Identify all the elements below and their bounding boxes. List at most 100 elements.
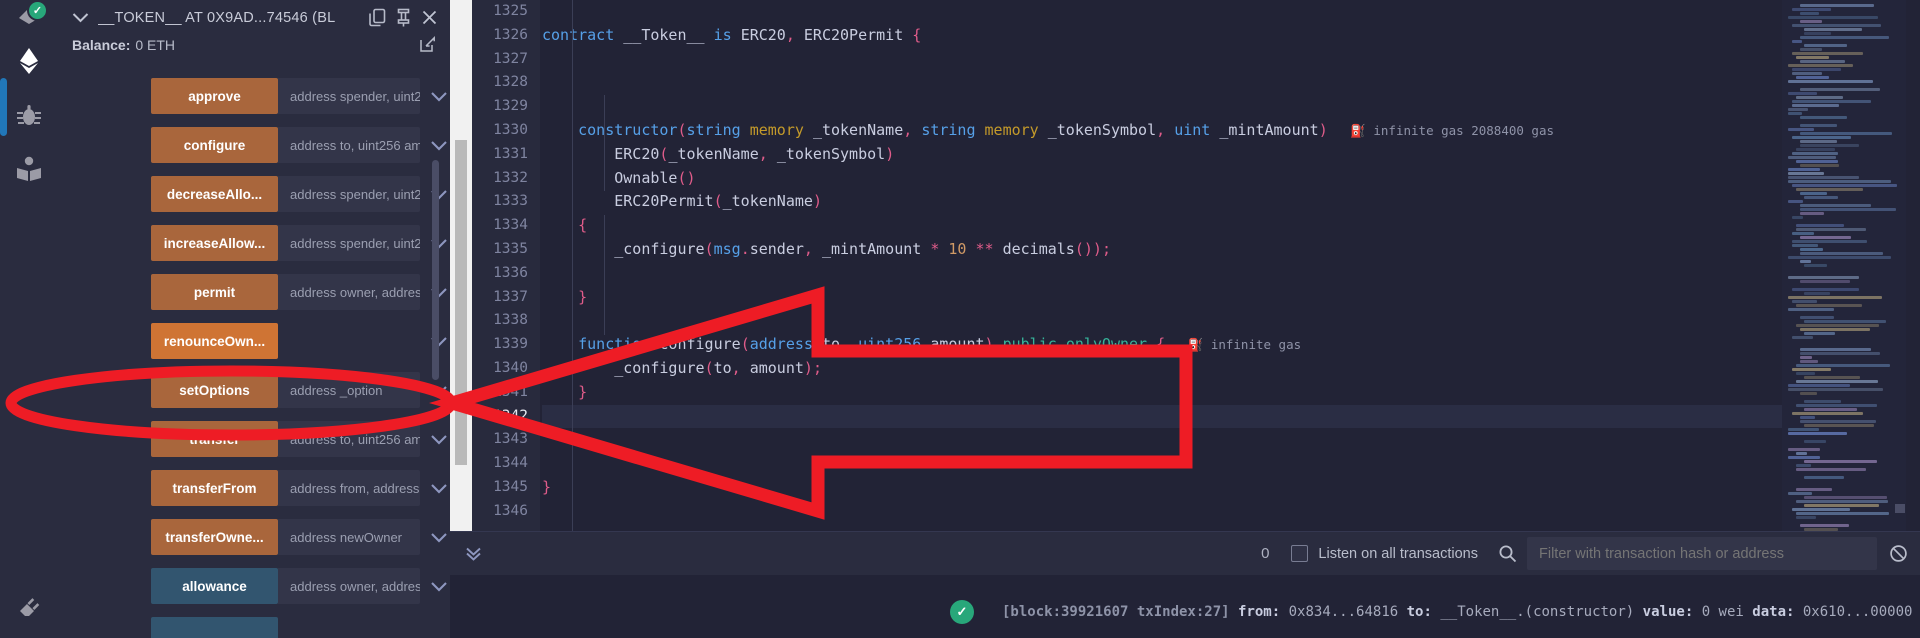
- function-args-input[interactable]: address owner, address sp: [278, 274, 420, 310]
- contract-function-row: [151, 617, 420, 638]
- line-number-gutter: 1325 1326 1327 1328 1329 1330 1331 1332 1333 1334…: [472, 0, 540, 531]
- chevron-down-icon[interactable]: [426, 568, 450, 604]
- contract-function-row: transferOwne... address newOwner: [151, 519, 447, 555]
- editor-vertical-scrollbar[interactable]: [450, 0, 472, 531]
- minimap-scrollbar[interactable]: [1895, 504, 1905, 513]
- function-button-transfer[interactable]: transfer: [151, 421, 278, 457]
- minimap-line: [1800, 236, 1852, 239]
- plugin-manager-icon[interactable]: [0, 584, 58, 634]
- function-args-input[interactable]: [278, 323, 420, 359]
- contract-functions-list[interactable]: approveaddress spender, uint256 aconfigu…: [58, 78, 450, 638]
- minimap-line: [1800, 280, 1851, 283]
- minimap-line: [1792, 520, 1846, 523]
- function-args-input[interactable]: address newOwner: [278, 519, 420, 555]
- debugger-icon[interactable]: [0, 88, 58, 142]
- function-args-input[interactable]: address spender, uint256 a: [278, 78, 420, 114]
- function-args-input[interactable]: address _option: [278, 372, 420, 408]
- close-icon[interactable]: [421, 9, 438, 26]
- search-icon[interactable]: [1498, 544, 1517, 563]
- code-line: constructor(string memory _tokenName, st…: [578, 120, 1555, 139]
- ban-icon[interactable]: [1889, 544, 1908, 563]
- function-args-input[interactable]: address spender, uint256 s: [278, 176, 420, 212]
- minimap-line: [1800, 204, 1872, 207]
- minimap-line: [1792, 216, 1803, 219]
- minimap-line: [1788, 384, 1850, 387]
- deploy-run-icon[interactable]: [0, 34, 58, 88]
- function-button-increaseallow-[interactable]: increaseAllow...: [151, 225, 278, 261]
- line-number: 1325: [493, 3, 528, 19]
- minimap-line: [1800, 348, 1871, 351]
- minimap-line: [1796, 228, 1866, 231]
- minimap-line: [1796, 76, 1829, 79]
- function-args-input[interactable]: [278, 617, 420, 638]
- code-line: _configure(to, amount);: [614, 358, 822, 377]
- function-button-approve[interactable]: approve: [151, 78, 278, 114]
- panel-scrollbar[interactable]: [432, 160, 439, 380]
- minimap-line: [1804, 480, 1842, 483]
- function-args-input[interactable]: address from, address to, u: [278, 470, 420, 506]
- minimap-line: [1800, 48, 1823, 51]
- function-button-allowance[interactable]: allowance: [151, 568, 278, 604]
- minimap-line: [1800, 60, 1845, 63]
- minimap-line: [1792, 288, 1859, 291]
- function-args-input[interactable]: address spender, uint256 a: [278, 225, 420, 261]
- minimap-line: [1792, 300, 1817, 303]
- minimap-line: [1800, 316, 1834, 319]
- contract-function-row: renounceOwn...: [151, 323, 447, 359]
- transaction-log-row[interactable]: ✓ [block:39921607 txIndex:27] from: 0x83…: [450, 597, 1920, 627]
- function-args-input[interactable]: address owner, address sp: [278, 568, 420, 604]
- log-data-value: 0x610...00000: [1802, 604, 1913, 620]
- function-button-renounceown-[interactable]: renounceOwn...: [151, 323, 278, 359]
- minimap-line: [1788, 64, 1853, 67]
- minimap-line: [1800, 252, 1884, 255]
- minimap-line: [1788, 128, 1815, 131]
- editor-minimap[interactable]: [1782, 0, 1906, 531]
- minimap-line: [1804, 312, 1857, 315]
- solidity-compiler-icon[interactable]: ✓: [0, 0, 58, 34]
- minimap-line: [1792, 184, 1898, 187]
- minimap-line: [1804, 408, 1857, 411]
- function-button-transferfrom[interactable]: transferFrom: [151, 470, 278, 506]
- function-args-input[interactable]: address to, uint256 amoun: [278, 421, 420, 457]
- copy-icon[interactable]: [369, 8, 386, 27]
- minimap-line: [1788, 276, 1859, 279]
- chevron-down-icon[interactable]: [426, 519, 450, 555]
- line-number: 1341: [493, 383, 528, 400]
- log-from-label: from:: [1238, 604, 1281, 620]
- chevron-down-icon[interactable]: [426, 78, 450, 114]
- listen-on-all-transactions-checkbox[interactable]: [1291, 545, 1309, 562]
- function-button-decreaseallo-[interactable]: decreaseAllo...: [151, 176, 278, 212]
- double-chevron-down-icon[interactable]: [464, 544, 483, 563]
- function-button-configure[interactable]: configure: [151, 127, 278, 163]
- edit-icon[interactable]: [419, 36, 436, 53]
- scrollbar-thumb[interactable]: [455, 140, 467, 465]
- minimap-line: [1788, 108, 1809, 111]
- chevron-down-icon[interactable]: [426, 127, 450, 163]
- minimap-line: [1800, 12, 1819, 15]
- line-number: 1337: [493, 288, 528, 305]
- transaction-filter-input[interactable]: [1527, 537, 1877, 570]
- minimap-line: [1796, 404, 1878, 407]
- minimap-line: [1800, 420, 1877, 423]
- function-button-setoptions[interactable]: setOptions: [151, 372, 278, 408]
- function-button-unnamed[interactable]: [151, 617, 278, 638]
- minimap-line: [1792, 104, 1839, 107]
- minimap-line: [1800, 88, 1880, 91]
- function-button-transferowne-[interactable]: transferOwne...: [151, 519, 278, 555]
- chevron-down-icon[interactable]: [426, 470, 450, 506]
- icon-rail: ✓: [0, 0, 58, 638]
- code-content[interactable]: contract __Token__ is ERC20, ERC20Permit…: [540, 0, 1782, 531]
- documentation-icon[interactable]: [0, 142, 58, 196]
- minimap-line: [1792, 152, 1838, 155]
- function-button-permit[interactable]: permit: [151, 274, 278, 310]
- pin-icon[interactable]: [395, 8, 412, 27]
- function-args-input[interactable]: address to, uint256 amoun: [278, 127, 420, 163]
- chevron-down-icon[interactable]: [72, 12, 89, 23]
- minimap-line: [1788, 172, 1825, 175]
- minimap-line: [1800, 212, 1825, 215]
- chevron-down-icon[interactable]: [426, 421, 450, 457]
- minimap-line: [1804, 320, 1887, 323]
